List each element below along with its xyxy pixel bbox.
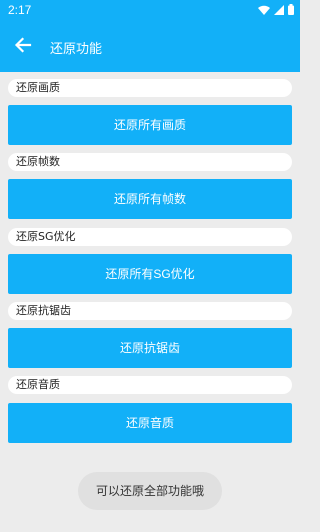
toolbar: 还原功能: [0, 22, 300, 72]
section-label-sg: 还原SG优化: [8, 228, 292, 246]
section-label-fps: 还原帧数: [8, 153, 292, 171]
status-icons: [258, 4, 294, 18]
toast-message: 可以还原全部功能哦: [78, 472, 222, 510]
restore-fps-button[interactable]: 还原所有帧数: [8, 179, 292, 219]
battery-icon: [288, 4, 294, 18]
status-time: 2:17: [8, 3, 32, 17]
back-button[interactable]: [10, 34, 36, 60]
section-label-quality: 还原画质: [8, 79, 292, 97]
section-label-audio: 还原音质: [8, 376, 292, 394]
signal-icon: [274, 4, 284, 18]
restore-audio-button[interactable]: 还原音质: [8, 403, 292, 443]
page-title: 还原功能: [50, 42, 103, 57]
status-bar: 2:17: [0, 0, 300, 22]
restore-sg-button[interactable]: 还原所有SG优化: [8, 254, 292, 294]
app-bar: 2:17 还原功能: [0, 0, 300, 72]
arrow-left-icon: [14, 36, 32, 58]
restore-quality-button[interactable]: 还原所有画质: [8, 105, 292, 145]
section-label-antialias: 还原抗锯齿: [8, 302, 292, 320]
wifi-icon: [258, 4, 270, 18]
restore-antialias-button[interactable]: 还原抗锯齿: [8, 328, 292, 368]
